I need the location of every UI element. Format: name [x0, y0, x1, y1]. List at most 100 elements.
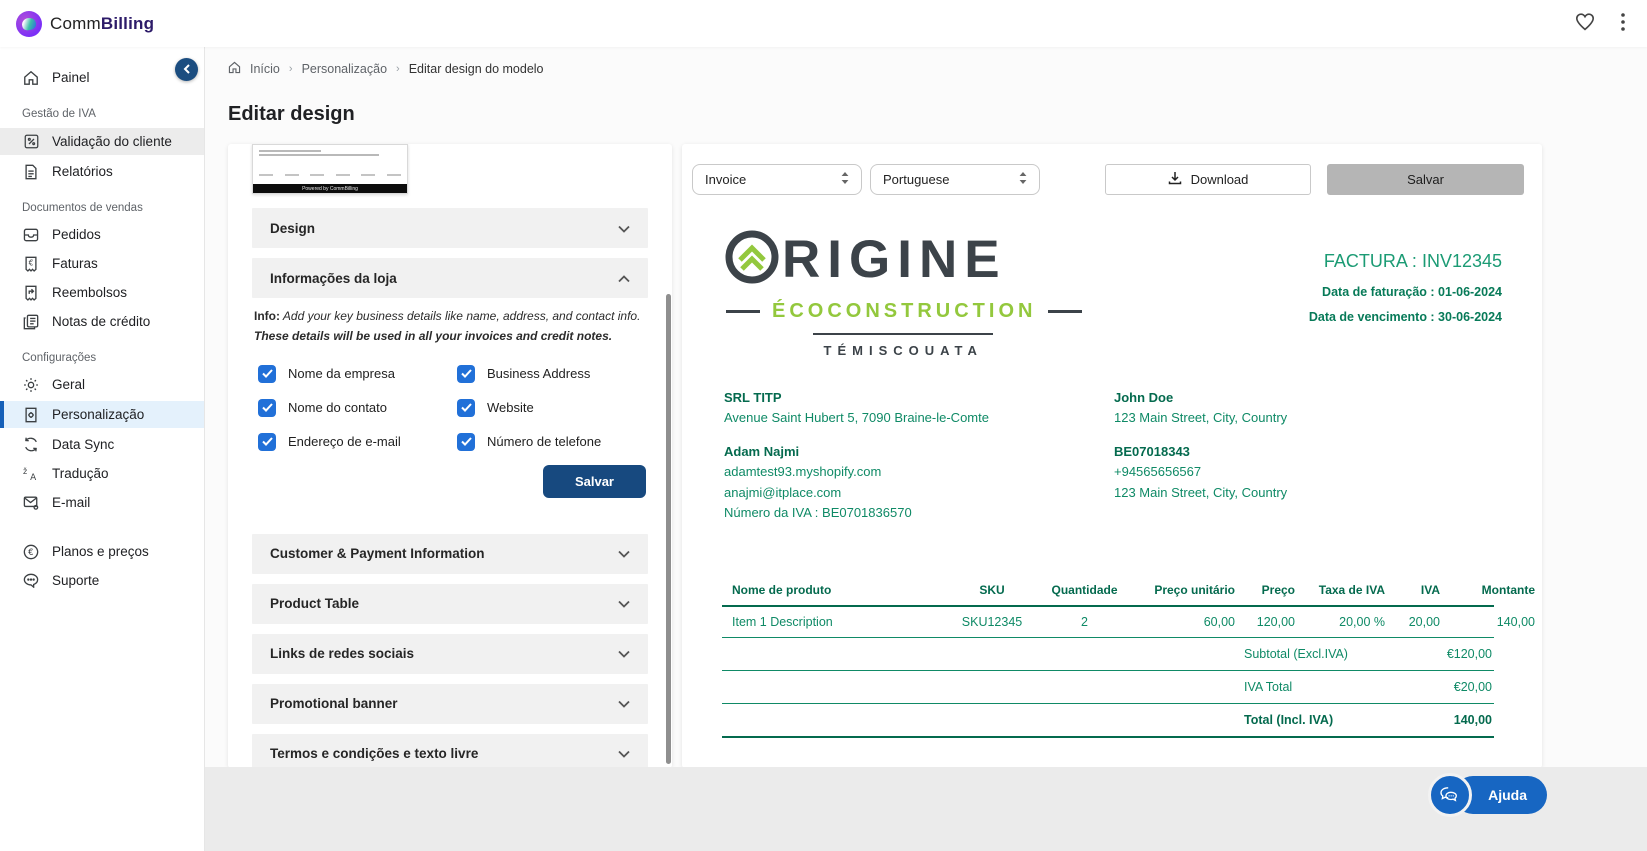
invoice-table-header: Nome de produto SKU Quantidade Preço uni… — [722, 575, 1494, 607]
sidebar-item-notas-credito[interactable]: Notas de crédito — [0, 309, 204, 334]
email-icon — [22, 495, 40, 510]
svg-text:A: A — [30, 473, 36, 482]
invoice-due-date: Data de vencimento : 30-06-2024 — [1309, 310, 1502, 324]
breadcrumb-personalizacao[interactable]: Personalização — [302, 62, 387, 76]
accordion-terms[interactable]: Termos e condições e texto livre — [252, 734, 648, 768]
preview-save-button[interactable]: Salvar — [1327, 164, 1524, 195]
accordion-promo-banner[interactable]: Promotional banner — [252, 684, 648, 724]
orders-icon — [22, 228, 40, 242]
invoice-table-row: Item 1 Description SKU12345 2 60,00 120,… — [722, 607, 1494, 638]
sidebar-item-label: Painel — [52, 70, 90, 85]
checkbox-website[interactable]: Website — [457, 399, 646, 417]
store-info-save-button[interactable]: Salvar — [543, 465, 646, 498]
iva-total-label: IVA Total — [1242, 671, 1399, 703]
brand-name: CommBilling — [50, 14, 154, 34]
checkbox-nome-do-contato[interactable]: Nome do contato — [258, 399, 447, 417]
invoice-iva-row: IVA Total €20,00 — [722, 671, 1494, 704]
sidebar-item-faturas[interactable]: € Faturas — [0, 251, 204, 276]
buyer-name: John Doe — [1114, 388, 1287, 408]
sidebar-item-painel[interactable]: Painel — [0, 65, 204, 90]
brand-logo[interactable]: CommBilling — [16, 11, 154, 37]
breadcrumb-inicio[interactable]: Início — [250, 62, 280, 76]
document-type-select[interactable]: Invoice — [692, 164, 862, 195]
checkbox-checked-icon — [258, 365, 276, 383]
sidebar-item-relatorios[interactable]: Relatórios — [0, 159, 204, 184]
help-button[interactable]: Ajuda — [1454, 776, 1547, 814]
buyer-address-2: 123 Main Street, City, Country — [1114, 483, 1287, 503]
seller-vat: Número da IVA : BE0701836570 — [724, 503, 1114, 523]
translate-icon: žA — [22, 466, 40, 482]
sidebar-item-pedidos[interactable]: Pedidos — [0, 222, 204, 247]
svg-text:ž: ž — [23, 467, 27, 476]
sidebar-section-documentos: Documentos de vendas — [0, 188, 204, 218]
subtotal-value: €120,00 — [1399, 638, 1494, 670]
seller-email: anajmi@itplace.com — [724, 483, 1114, 503]
chevron-up-icon — [618, 271, 630, 286]
sidebar-item-label: Planos e preços — [52, 544, 149, 559]
sidebar-item-planos-precos[interactable]: € Planos e preços — [0, 539, 204, 564]
invoice-number: FACTURA : INV12345 — [1309, 251, 1502, 272]
accordion-social-links[interactable]: Links de redes sociais — [252, 634, 648, 674]
sidebar-item-label: E-mail — [52, 495, 90, 510]
accordion-customer-payment[interactable]: Customer & Payment Information — [252, 534, 648, 574]
home-icon — [22, 70, 40, 86]
template-thumbnail[interactable]: Powered by CommBilling — [252, 144, 408, 194]
store-info-body: Info: Add your key business details like… — [252, 298, 648, 534]
refund-icon — [22, 285, 40, 301]
more-options-button[interactable] — [1621, 13, 1625, 34]
sidebar-item-label: Validação do cliente — [52, 134, 172, 149]
sidebar-item-label: Geral — [52, 377, 85, 392]
breadcrumb: Início › Personalização › Editar design … — [228, 61, 1647, 77]
sidebar-item-label: Relatórios — [52, 164, 113, 179]
sidebar-item-geral[interactable]: Geral — [0, 372, 204, 397]
seller-contact: Adam Najmi — [724, 442, 1114, 462]
sidebar-item-validacao-cliente[interactable]: Validação do cliente — [0, 128, 204, 155]
invoice-subtotal-row: Subtotal (Excl.IVA) €120,00 — [722, 638, 1494, 671]
sidebar-item-label: Faturas — [52, 256, 98, 271]
sidebar-item-reembolsos[interactable]: Reembolsos — [0, 280, 204, 305]
sidebar-item-label: Notas de crédito — [52, 314, 150, 329]
seller-website: adamtest93.myshopify.com — [724, 462, 1114, 482]
download-button[interactable]: Download — [1105, 164, 1311, 195]
checkbox-nome-da-empresa[interactable]: Nome da empresa — [258, 365, 447, 383]
sidebar-item-data-sync[interactable]: Data Sync — [0, 432, 204, 457]
sidebar-section-configuracoes: Configurações — [0, 338, 204, 368]
select-stepper-icon — [1019, 172, 1027, 187]
sidebar-item-personalizacao[interactable]: Personalização — [0, 401, 204, 428]
sidebar-item-traducao[interactable]: žA Tradução — [0, 461, 204, 486]
accordion-product-table[interactable]: Product Table — [252, 584, 648, 624]
sidebar-item-email[interactable]: E-mail — [0, 490, 204, 515]
language-select[interactable]: Portuguese — [870, 164, 1040, 195]
accordion-design[interactable]: Design — [252, 208, 648, 248]
checkbox-endereco-email[interactable]: Endereço de e-mail — [258, 433, 447, 451]
personalization-icon — [22, 407, 40, 423]
checkbox-business-address[interactable]: Business Address — [457, 365, 646, 383]
checkbox-numero-telefone[interactable]: Número de telefone — [457, 433, 646, 451]
accordion-store-info[interactable]: Informações da loja — [252, 258, 648, 298]
iva-total-value: €20,00 — [1399, 671, 1494, 703]
invoice-icon: € — [22, 256, 40, 272]
seller-company: SRL TITP — [724, 388, 1114, 408]
buyer-vat: BE07018343 — [1114, 442, 1287, 462]
invoice-items-table: Nome de produto SKU Quantidade Preço uni… — [722, 575, 1494, 738]
design-settings-panel: Powered by CommBilling Design Informaçõe… — [228, 144, 672, 768]
logo-rule — [813, 333, 993, 335]
breadcrumb-home-icon[interactable] — [228, 61, 241, 77]
chat-bubbles-icon — [1428, 773, 1472, 817]
preview-toolbar: Invoice Portuguese Download Salvar — [692, 164, 1524, 195]
sidebar-section-gestao-iva: Gestão de IVA — [0, 94, 204, 124]
logo-dash — [726, 310, 760, 313]
sidebar-item-label: Personalização — [52, 407, 144, 422]
sidebar-item-suporte[interactable]: Suporte — [0, 568, 204, 593]
seller-address: Avenue Saint Hubert 5, 7090 Braine-le-Co… — [724, 408, 1114, 428]
breadcrumb-separator: › — [289, 63, 293, 75]
help-button-label: Ajuda — [1488, 787, 1527, 803]
chevron-down-icon — [618, 646, 630, 661]
favorite-button[interactable] — [1575, 13, 1595, 34]
select-stepper-icon — [841, 172, 849, 187]
panel-scrollbar[interactable] — [666, 294, 671, 764]
invoice-preview-panel: Invoice Portuguese Download Salvar — [682, 144, 1542, 768]
company-logo: RIGINE ÉCOCONSTRUCTION TÉMISCOUATA — [724, 229, 1082, 358]
chevron-down-icon — [618, 596, 630, 611]
svg-text:€: € — [28, 547, 33, 557]
